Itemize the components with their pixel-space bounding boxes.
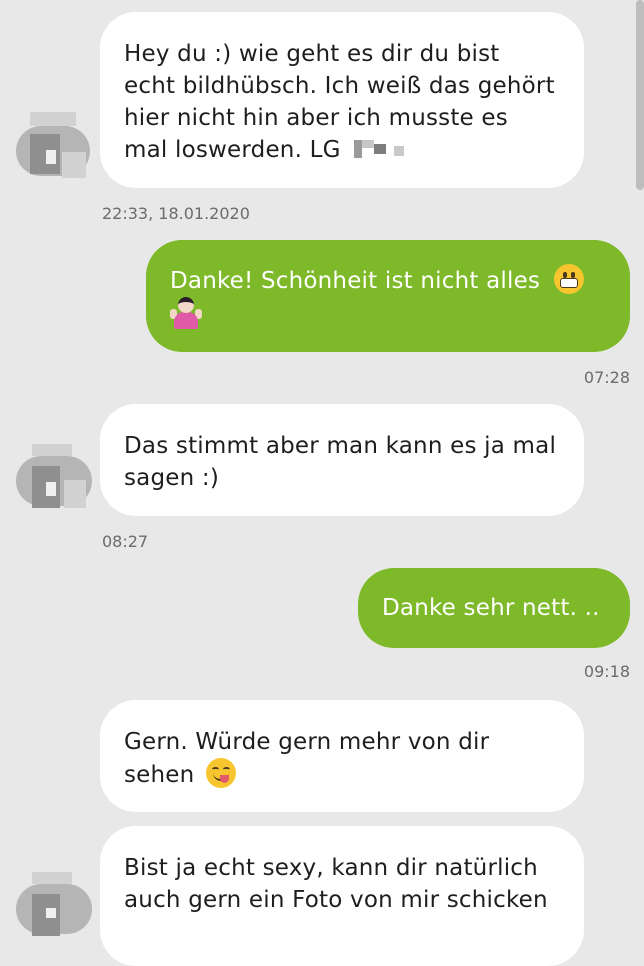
message-text: Hey du :) wie geht es dir du bist echt b… xyxy=(124,41,555,163)
message-text: Danke sehr nett. .. xyxy=(382,595,600,621)
face-savoring-food-emoji xyxy=(205,758,236,788)
message-bubble-incoming[interactable]: Gern. Würde gern mehr von dir sehen xyxy=(100,700,584,812)
contact-avatar[interactable] xyxy=(10,444,96,520)
message-bubble-incoming[interactable]: Hey du :) wie geht es dir du bist echt b… xyxy=(100,12,584,188)
message-timestamp: 09:18 xyxy=(583,662,630,681)
message-text: Das stimmt aber man kann es ja mal sagen… xyxy=(124,433,557,491)
message-text: Danke! Schönheit ist nicht alles xyxy=(170,268,541,294)
message-timestamp: 07:28 xyxy=(583,368,630,387)
message-text: Gern. Würde gern mehr von dir sehen xyxy=(124,729,490,788)
message-text: Bist ja echt sexy, kann dir natürlich au… xyxy=(124,855,548,913)
message-bubble-incoming[interactable]: Das stimmt aber man kann es ja mal sagen… xyxy=(100,404,584,516)
message-timestamp: 22:33, 18.01.2020 xyxy=(102,204,250,223)
message-bubble-outgoing[interactable]: Danke! Schönheit ist nicht alles xyxy=(146,240,630,352)
grimacing-face-emoji xyxy=(553,264,584,294)
message-bubble-incoming[interactable]: Bist ja echt sexy, kann dir natürlich au… xyxy=(100,826,584,966)
message-timestamp: 08:27 xyxy=(102,532,149,551)
message-bubble-outgoing[interactable]: Danke sehr nett. .. xyxy=(358,568,630,648)
contact-avatar[interactable] xyxy=(10,112,96,188)
contact-avatar[interactable] xyxy=(10,872,96,948)
redacted-name xyxy=(348,138,410,160)
scrollbar[interactable] xyxy=(636,0,644,190)
woman-shrugging-emoji xyxy=(170,297,202,329)
